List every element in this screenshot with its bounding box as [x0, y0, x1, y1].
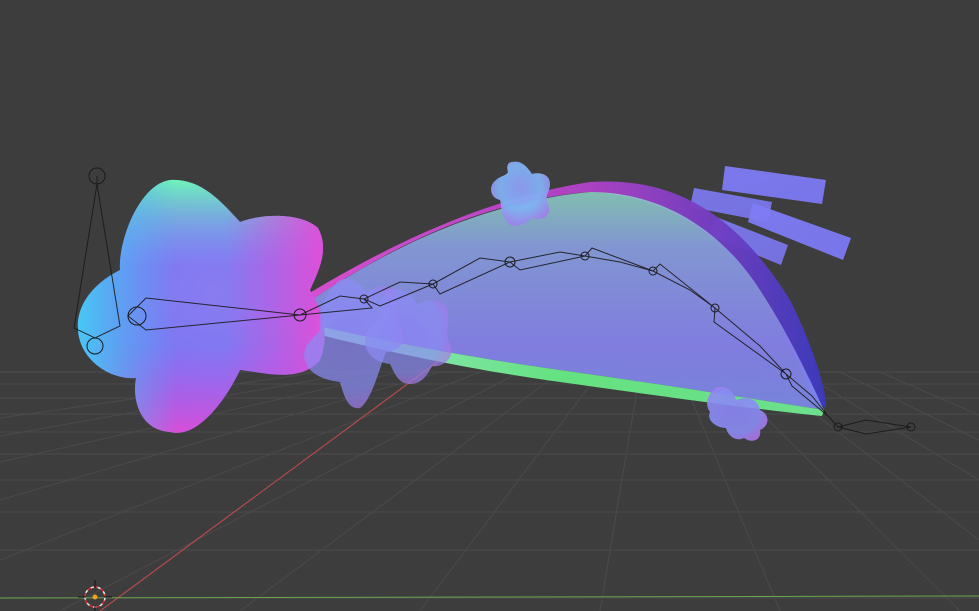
- viewport-canvas[interactable]: [0, 0, 979, 611]
- armature-tip[interactable]: [827, 415, 916, 435]
- 3d-viewport[interactable]: [0, 0, 979, 611]
- star-main[interactable]: [77, 179, 325, 433]
- star-shade-left: [77, 179, 325, 433]
